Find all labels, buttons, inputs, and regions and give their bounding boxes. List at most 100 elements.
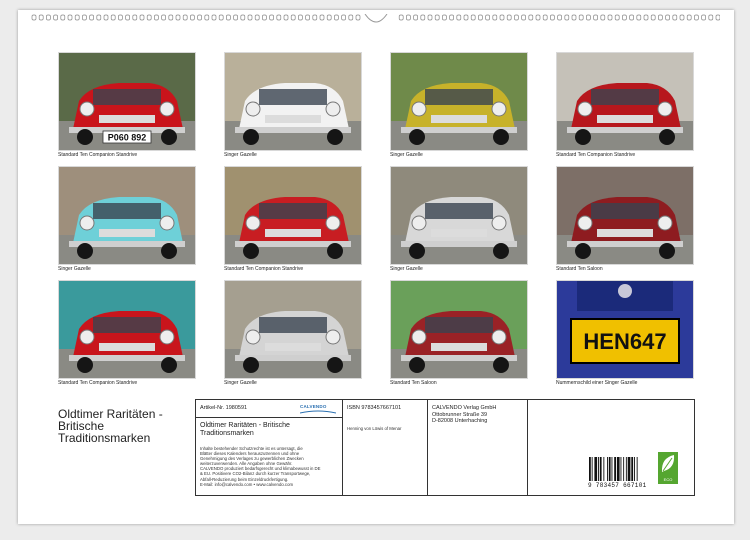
leaf-icon: [661, 455, 675, 472]
binding-ring: [348, 14, 354, 21]
binding-ring: [218, 14, 224, 21]
info-title: Oldtimer Raritäten - Britische Tradition…: [200, 422, 290, 438]
binding-ring: [132, 14, 138, 21]
binding-ring: [89, 14, 94, 21]
binding-ring: [38, 14, 44, 21]
isbn: ISBN 9783457667101: [347, 405, 402, 411]
binding-ring: [269, 14, 274, 21]
barcode-bar: [620, 457, 622, 481]
binding-ring: [247, 14, 253, 21]
barcode-bar: [634, 457, 635, 481]
binding-ring: [398, 14, 404, 21]
binding-ring: [492, 14, 498, 21]
plate-text: P060 892: [108, 133, 147, 143]
binding-ring: [665, 14, 670, 21]
photo-caption: Singer Gazelle: [390, 266, 423, 272]
binding-ring: [478, 14, 483, 21]
photo-caption: Standard Ten Companion Standrive: [556, 152, 636, 158]
legal-line: E-Mail: info@calvendo.com • www.calvendo…: [200, 481, 294, 487]
binding-ring: [708, 14, 714, 21]
binding-ring: [499, 14, 505, 21]
binding-ring: [168, 14, 174, 21]
info-title-line: Traditionsmarken: [200, 430, 254, 437]
binding-ring: [118, 14, 123, 21]
calendar-photo: [58, 166, 196, 265]
barcode-bar: [598, 457, 599, 481]
binding-ring: [442, 14, 447, 21]
binding-ring: [658, 14, 663, 21]
binding-ring: [571, 14, 577, 21]
binding-ring: [506, 14, 512, 21]
binding-ring: [60, 14, 66, 21]
calendar-photo: [58, 280, 196, 379]
binding-ring: [240, 14, 246, 21]
binding-ring: [82, 14, 87, 21]
binding-ring: [557, 14, 562, 21]
binding-ring: [420, 14, 426, 21]
binding-ring: [485, 14, 490, 21]
barcode-number: 9 783457 667101: [588, 482, 647, 489]
author: Henning von Löwis of Menar: [347, 426, 402, 431]
binding-ring: [413, 14, 418, 21]
barcode-bar: [631, 457, 634, 481]
barcode-bar: [614, 457, 616, 481]
photo-caption: Nummernschild einer Singer Gazelle: [556, 380, 638, 386]
photo-caption: Singer Gazelle: [58, 266, 91, 272]
binding-ring: [542, 14, 548, 21]
binding-ring: [110, 14, 116, 21]
binding-ring: [211, 14, 217, 21]
binding-ring: [622, 14, 627, 21]
legal-text: Inhalte bestehender Schutzrechte ist es …: [200, 446, 340, 487]
barcode-bar: [611, 457, 613, 481]
binding-ring: [578, 14, 584, 21]
binding-ring: [694, 14, 699, 21]
binding-ring: [125, 14, 130, 21]
binding-ring: [139, 14, 145, 21]
binding-ring: [262, 14, 267, 21]
article-number: Artikel-Nr. 1980591: [200, 405, 248, 411]
binding-ring: [406, 14, 411, 21]
spiral-binding: [31, 14, 720, 23]
barcode-bar: [627, 457, 631, 481]
calendar-photo: [224, 52, 362, 151]
binding-ring: [564, 14, 570, 21]
barcode-bar: [616, 457, 620, 481]
binding-ring: [427, 14, 433, 21]
barcode-bar: [603, 457, 605, 481]
binding-ring: [161, 14, 166, 21]
photo-caption: Standard Ten Saloon: [390, 380, 437, 386]
binding-ring: [276, 14, 282, 21]
info-title-line: Oldtimer Raritäten - Britische: [200, 422, 290, 429]
calendar-photo: [224, 166, 362, 265]
binding-ring: [312, 14, 318, 21]
binding-ring: [586, 14, 591, 21]
binding-ring: [74, 14, 80, 21]
barcode-bar: [623, 457, 625, 481]
barcode-bar: [594, 457, 598, 481]
binding-ring: [182, 14, 188, 21]
binding-ring: [103, 14, 109, 21]
barcode-bar: [607, 457, 608, 481]
binding-ring: [672, 14, 678, 21]
binding-ring: [204, 14, 210, 21]
barcode-bar: [589, 457, 591, 481]
binding-ring: [607, 14, 613, 21]
calendar-sheet: P060 892 Standard Ten Companion Standriv…: [18, 10, 734, 524]
binding-ring: [46, 14, 51, 21]
binding-ring: [305, 14, 310, 21]
plate-text: HEN647: [583, 329, 666, 354]
binding-ring: [521, 14, 526, 21]
binding-ring: [290, 14, 296, 21]
calendar-title: Oldtimer Raritäten - Britische Tradition…: [58, 408, 218, 444]
binding-ring: [283, 14, 289, 21]
binding-ring: [550, 14, 555, 21]
info-block: Artikel-Nr. 1980591 CALVENDO Oldtimer Ra…: [195, 399, 695, 496]
binding-ring: [154, 14, 159, 21]
photo-caption: Standard Ten Saloon: [556, 266, 603, 272]
photo-caption: Standard Ten Companion Standrive: [224, 266, 304, 272]
binding-ring: [449, 14, 454, 21]
binding-ring: [650, 14, 656, 21]
binding-ring: [629, 14, 634, 21]
eco-label: ECO: [663, 477, 673, 482]
title-line: Traditionsmarken: [58, 431, 151, 445]
